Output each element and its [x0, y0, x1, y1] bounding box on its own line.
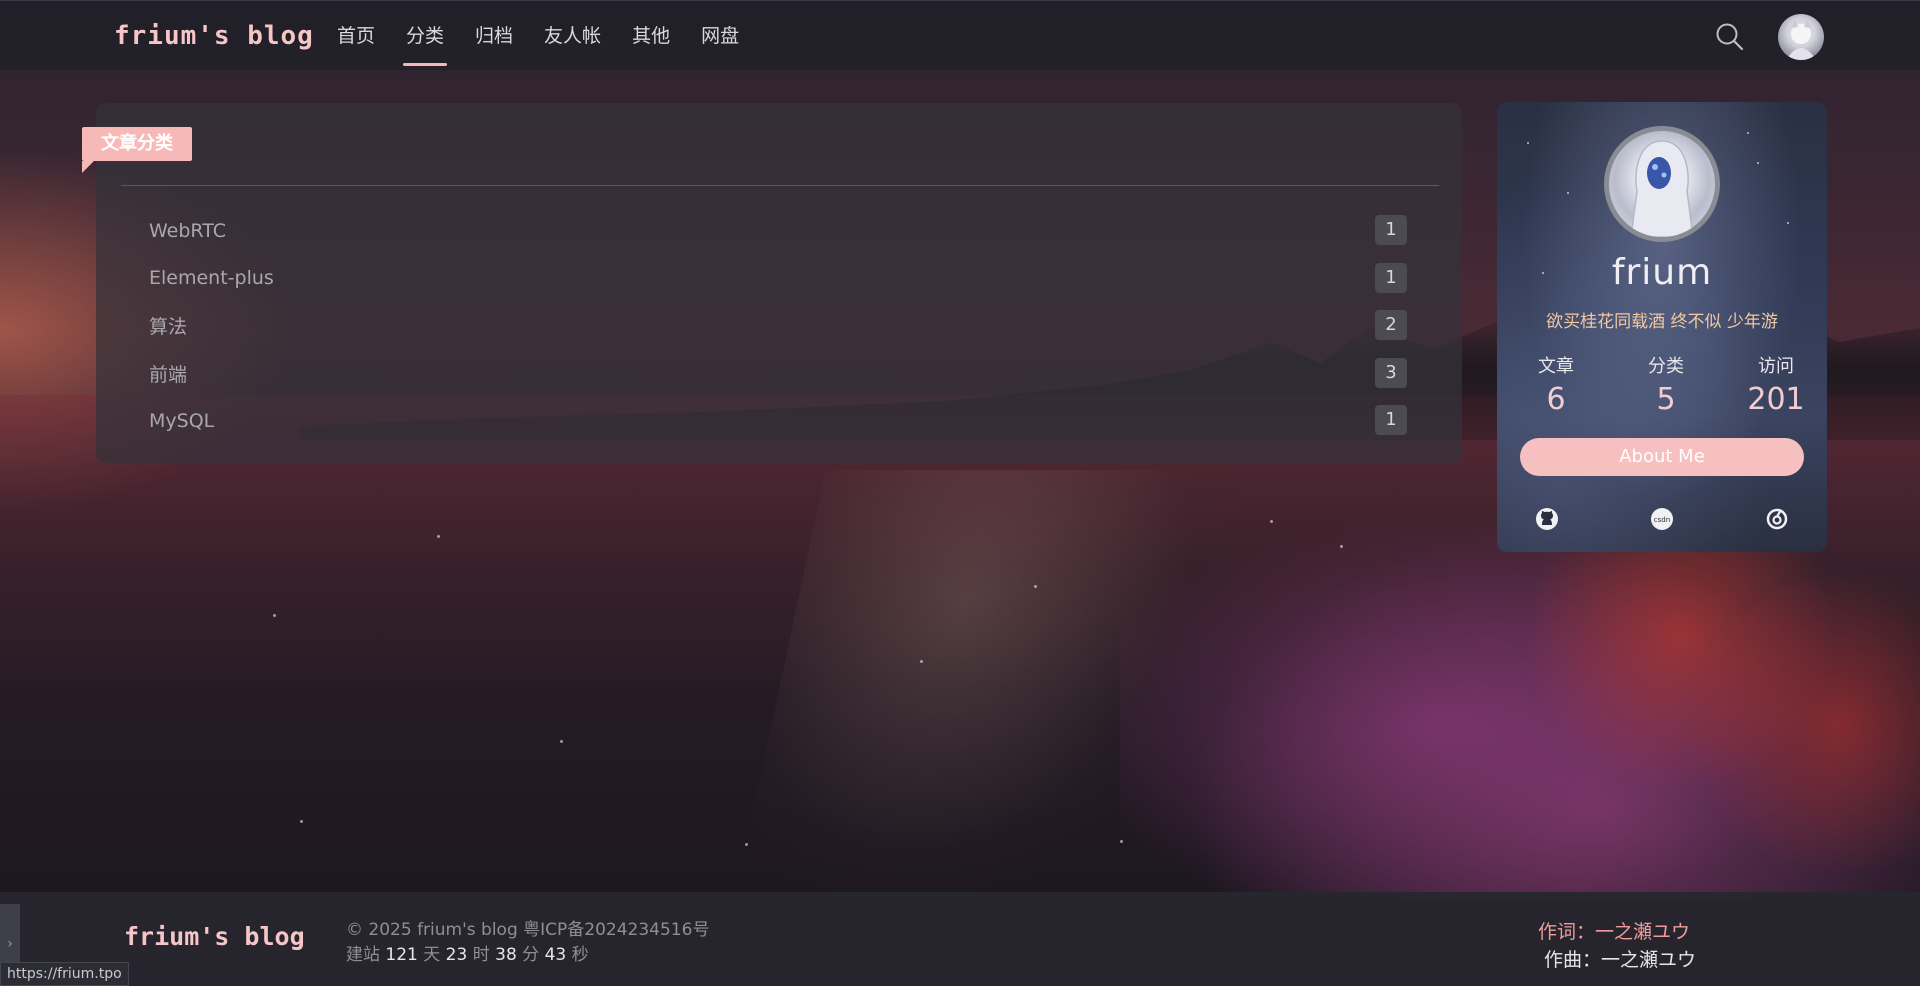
category-name[interactable]: WebRTC: [149, 220, 226, 242]
nav-item-archive[interactable]: 归档: [475, 1, 513, 71]
stat-categories[interactable]: 分类 5: [1621, 352, 1711, 417]
stat-articles[interactable]: 文章 6: [1511, 352, 1601, 417]
category-item-mysql[interactable]: MySQL 1: [149, 397, 1407, 445]
main-nav: 首页 分类 归档 友人帐 其他 网盘: [337, 1, 770, 71]
nav-item-categories[interactable]: 分类: [403, 1, 448, 71]
runtime-seconds: 43: [544, 945, 567, 965]
runtime-hours: 23: [445, 945, 468, 965]
browser-status-url: https://frium.tpo: [0, 962, 129, 986]
csdn-icon-text: csdn: [1654, 516, 1670, 524]
music-lyricist: 作词：一之瀬ユウ: [1538, 921, 1691, 943]
category-count-badge: 3: [1375, 357, 1407, 388]
category-name[interactable]: Element-plus: [149, 267, 274, 289]
profile-stats: 文章 6 分类 5 访问 201: [1511, 352, 1821, 417]
category-list: WebRTC 1 Element-plus 1 算法 2 前端 3 MySQL …: [149, 207, 1407, 445]
categories-divider: [121, 185, 1439, 186]
footer-site-runtime: 建站 121 天 23 时 38 分 43 秒: [346, 940, 589, 965]
stat-visits: 访问 201: [1731, 352, 1821, 417]
nav-item-home[interactable]: 首页: [337, 1, 375, 71]
top-navbar: frium's blog 首页 分类 归档 友人帐 其他 网盘: [0, 0, 1920, 70]
category-count-badge: 1: [1375, 215, 1407, 245]
category-name[interactable]: 前端: [149, 360, 187, 387]
category-count-badge: 1: [1375, 405, 1407, 435]
music-composer: 作曲：一之瀬ユウ: [1544, 949, 1697, 971]
stat-value: 201: [1747, 382, 1805, 417]
about-me-button[interactable]: About Me: [1520, 438, 1804, 476]
runtime-seconds-unit: 秒: [571, 945, 589, 965]
footer-copyright[interactable]: © 2025 frium's blog 粤ICP备2024234516号: [346, 915, 709, 940]
github-icon[interactable]: [1534, 506, 1560, 532]
profile-avatar[interactable]: [1604, 126, 1720, 242]
stat-label: 分类: [1648, 356, 1684, 377]
category-count-badge: 2: [1375, 310, 1407, 340]
category-name[interactable]: MySQL: [149, 410, 214, 432]
nav-item-other[interactable]: 其他: [632, 1, 670, 71]
user-avatar[interactable]: [1778, 14, 1824, 60]
profile-card: frium 欲买桂花同载酒 终不似 少年游 文章 6 分类 5 访问 201 A…: [1497, 102, 1827, 552]
stat-label: 文章: [1538, 356, 1574, 377]
footer-brand[interactable]: frium's blog: [124, 922, 305, 951]
category-name[interactable]: 算法: [149, 312, 187, 339]
category-item-webrtc[interactable]: WebRTC 1: [149, 207, 1407, 255]
csdn-icon[interactable]: csdn: [1649, 506, 1675, 532]
category-item-algorithm[interactable]: 算法 2: [149, 302, 1407, 350]
categories-title-tag-tail: [82, 161, 94, 173]
runtime-days: 121: [385, 945, 418, 965]
site-footer: frium's blog © 2025 frium's blog 粤ICP备20…: [0, 892, 1920, 986]
nav-item-netdisk[interactable]: 网盘: [701, 1, 739, 71]
runtime-minutes-unit: 分: [522, 945, 540, 965]
site-brand-logo[interactable]: frium's blog: [114, 21, 314, 51]
categories-title-tag: 文章分类: [82, 127, 192, 161]
profile-motto: 欲买桂花同载酒 终不似 少年游: [1546, 312, 1778, 332]
stat-value: 6: [1546, 382, 1566, 417]
runtime-days-unit: 天: [423, 945, 441, 965]
profile-name: frium: [1611, 252, 1713, 293]
category-item-element-plus[interactable]: Element-plus 1: [149, 255, 1407, 303]
search-icon[interactable]: [1714, 21, 1746, 53]
stat-value: 5: [1656, 382, 1676, 417]
stat-label: 访问: [1758, 356, 1794, 377]
category-count-badge: 1: [1375, 262, 1407, 293]
nav-item-friends[interactable]: 友人帐: [544, 1, 601, 71]
gitee-icon[interactable]: [1764, 506, 1790, 532]
runtime-minutes: 38: [495, 945, 517, 965]
runtime-prefix: 建站: [346, 945, 380, 965]
category-item-frontend[interactable]: 前端 3: [149, 350, 1407, 398]
runtime-hours-unit: 时: [472, 945, 490, 965]
